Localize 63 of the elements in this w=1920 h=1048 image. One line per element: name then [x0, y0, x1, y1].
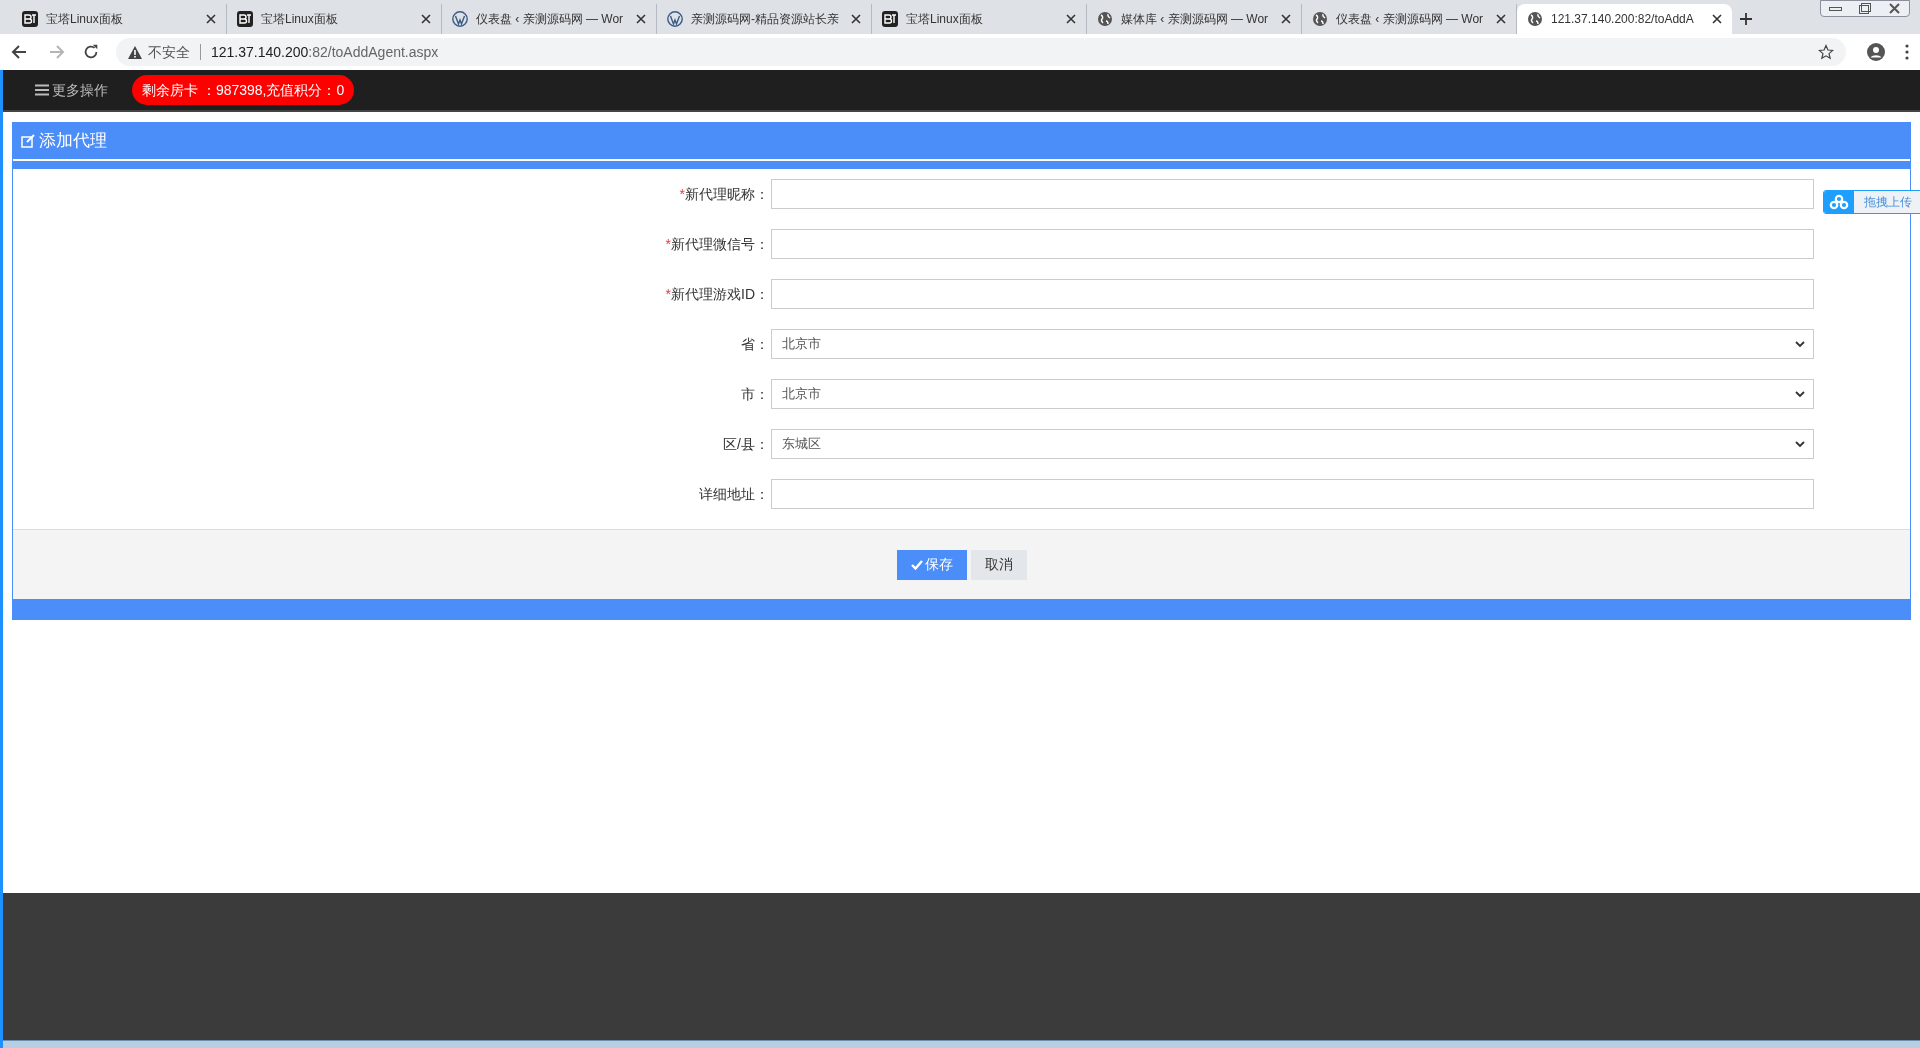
close-icon[interactable]	[206, 14, 216, 24]
field-label: 详细地址：	[698, 484, 770, 504]
field-label: *新代理游戏ID：	[664, 284, 770, 304]
hamburger-icon	[35, 84, 49, 96]
select-field[interactable]: 东城区	[771, 429, 1814, 459]
select-field[interactable]: 北京市	[771, 379, 1814, 409]
tab-title: 宝塔Linux面板	[906, 11, 984, 28]
input-field[interactable]	[771, 279, 1814, 309]
input-field[interactable]	[771, 479, 1814, 509]
balance-badge: 剩余房卡 ：987398,充值积分：0	[132, 75, 355, 105]
close-icon[interactable]	[636, 14, 646, 24]
tab-title: 121.37.140.200:82/toAddA	[1551, 11, 1695, 28]
close-icon[interactable]	[851, 14, 861, 24]
field-label: 市：	[740, 384, 770, 404]
panel-title: 添加代理	[39, 130, 107, 153]
field-label: 区/县：	[722, 434, 770, 454]
wordpress-icon	[667, 11, 683, 27]
close-icon[interactable]	[1281, 14, 1291, 24]
globe-icon	[1097, 11, 1113, 27]
select-field[interactable]: 北京市	[771, 329, 1814, 359]
cloud-icon	[1829, 194, 1849, 210]
field-label: *新代理微信号：	[664, 234, 770, 254]
chevron-icon	[1795, 390, 1805, 398]
close-icon	[1888, 3, 1900, 14]
more-actions-menu[interactable]: 更多操作	[35, 79, 108, 101]
close-icon[interactable]	[421, 14, 431, 24]
menu-icon[interactable]	[1904, 44, 1910, 60]
security-label: 不安全	[148, 42, 190, 62]
field-label: *新代理昵称：	[678, 184, 770, 204]
check-icon	[910, 559, 923, 570]
plus-icon	[1739, 12, 1753, 26]
reload-icon[interactable]	[82, 43, 100, 61]
close-icon[interactable]	[1712, 14, 1722, 24]
tab-title: 宝塔Linux面板	[261, 11, 339, 28]
close-icon[interactable]	[1066, 14, 1076, 24]
url-text: 121.37.140.200:82/toAddAgent.aspx	[211, 42, 440, 62]
globe-icon	[1312, 11, 1328, 27]
tab-title: 亲测源码网-精品资源站长亲	[691, 11, 840, 28]
chevron-icon	[1795, 440, 1805, 448]
field-label: 省：	[740, 334, 770, 354]
browser-tab[interactable]: 121.37.140.200:82/toAddA	[1517, 4, 1732, 34]
input-field[interactable]	[771, 229, 1814, 259]
bt-logo-icon	[237, 11, 253, 27]
input-field[interactable]	[771, 179, 1814, 209]
chevron-icon	[1795, 340, 1805, 348]
star-icon[interactable]	[1818, 44, 1834, 60]
tab-title: 宝塔Linux面板	[46, 11, 124, 28]
wordpress-icon	[452, 11, 468, 27]
tab-title: 媒体库 ‹ 亲测源码网 — Wor	[1121, 11, 1270, 28]
edit-icon	[21, 134, 35, 148]
account-icon[interactable]	[1866, 42, 1886, 62]
warning-icon	[128, 45, 142, 59]
window-controls[interactable]	[1820, 0, 1910, 17]
globe-icon	[1527, 11, 1543, 27]
tab-title: 仪表盘 ‹ 亲测源码网 — Wor	[476, 11, 625, 28]
tab-title: 仪表盘 ‹ 亲测源码网 — Wor	[1336, 11, 1485, 28]
bt-logo-icon	[882, 11, 898, 27]
restore-icon	[1859, 3, 1871, 14]
minimize-icon	[1829, 6, 1843, 11]
address-bar[interactable]: 不安全 121.37.140.200:82/toAddAgent.aspx	[116, 38, 1846, 66]
close-icon[interactable]	[1496, 14, 1506, 24]
bt-logo-icon	[22, 11, 38, 27]
cancel-button[interactable]: 取消	[970, 549, 1027, 580]
